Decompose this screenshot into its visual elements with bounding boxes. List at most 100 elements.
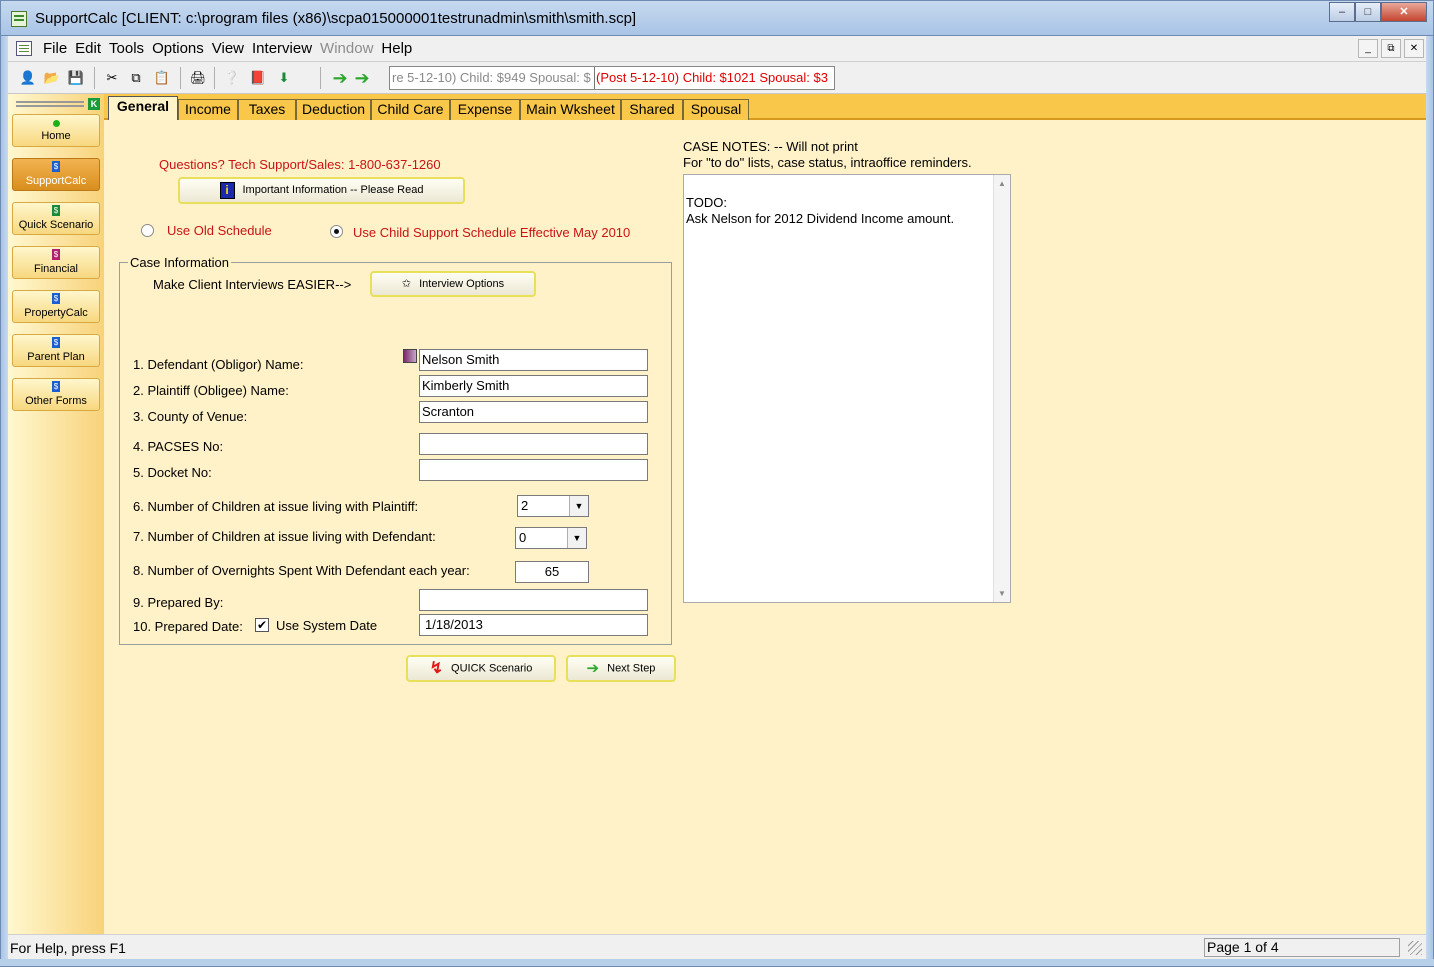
copy-icon[interactable]: ⧉: [126, 68, 146, 88]
sidebar-item-other-forms[interactable]: $ Other Forms: [12, 378, 100, 411]
sidebar-item-label: Quick Scenario: [18, 219, 94, 231]
resize-grip-icon[interactable]: [1408, 941, 1422, 955]
children-defendant-select[interactable]: 0 ▼: [515, 527, 587, 549]
interview-options-button[interactable]: ✩ Interview Options: [370, 271, 536, 297]
tab-general[interactable]: General: [108, 96, 178, 120]
new-schedule-label[interactable]: Use Child Support Schedule Effective May…: [353, 225, 630, 240]
chevron-down-icon[interactable]: ▼: [569, 496, 588, 516]
tab-spousal[interactable]: Spousal: [683, 99, 749, 120]
save-icon[interactable]: 💾: [66, 68, 86, 88]
sidebar-item-label: Financial: [33, 263, 79, 275]
menu-tools[interactable]: Tools: [108, 40, 151, 57]
important-info-button[interactable]: i Important Information -- Please Read: [178, 177, 465, 204]
tab-taxes[interactable]: Taxes: [238, 99, 296, 120]
tab-child-care[interactable]: Child Care: [371, 99, 450, 120]
new-schedule-radio[interactable]: [330, 225, 343, 238]
sidebar-item-parent-plan[interactable]: $ Parent Plan: [12, 334, 100, 367]
mdi-close-button[interactable]: ✕: [1404, 39, 1424, 58]
sidebar-item-supportcalc[interactable]: $ SupportCalc: [12, 158, 100, 191]
parent-plan-icon: $: [52, 337, 60, 348]
children-defendant-label: 7. Number of Children at issue living wi…: [133, 529, 436, 544]
defendant-label: 1. Defendant (Obligor) Name:: [133, 357, 304, 372]
lightning-icon: ↯: [429, 660, 444, 677]
sidebar-item-propertycalc[interactable]: $ PropertyCalc: [12, 290, 100, 323]
prepared-date-field[interactable]: 1/18/2013: [419, 614, 648, 636]
menu-view[interactable]: View: [211, 40, 251, 57]
use-system-date-label[interactable]: Use System Date: [276, 618, 377, 633]
use-system-date-checkbox[interactable]: ✔: [255, 618, 269, 632]
download-icon[interactable]: ⬇: [274, 68, 294, 88]
tab-deduction[interactable]: Deduction: [296, 99, 371, 120]
sidebar-item-label: Other Forms: [25, 395, 87, 407]
tab-shared[interactable]: Shared: [621, 99, 683, 120]
sidebar: K Home $ SupportCalc $ Quick Scenario $ …: [8, 94, 104, 934]
book-icon[interactable]: 📕: [248, 68, 268, 88]
maximize-button[interactable]: □: [1355, 2, 1381, 22]
plaintiff-name-field[interactable]: Kimberly Smith: [419, 375, 648, 397]
scroll-down-icon[interactable]: ▼: [998, 589, 1006, 598]
close-button[interactable]: ✕: [1381, 2, 1427, 22]
sidebar-item-financial[interactable]: $ Financial: [12, 246, 100, 279]
prepared-date-label: 10. Prepared Date:: [133, 619, 243, 634]
back-arrow-icon[interactable]: ➔: [330, 68, 350, 88]
app-icon: [11, 11, 27, 27]
cut-icon[interactable]: ✂: [102, 68, 122, 88]
scroll-up-icon[interactable]: ▲: [998, 179, 1006, 188]
prepared-by-field[interactable]: [419, 589, 648, 611]
menu-window[interactable]: Window: [319, 40, 380, 57]
sidebar-grip[interactable]: [16, 101, 84, 107]
sidebar-collapse-icon[interactable]: K: [88, 98, 100, 110]
sidebar-item-home[interactable]: Home: [12, 114, 100, 147]
notes-scrollbar[interactable]: ▲ ▼: [993, 175, 1010, 602]
case-notes-textarea[interactable]: TODO: Ask Nelson for 2012 Dividend Incom…: [683, 174, 1011, 603]
docket-field[interactable]: [419, 459, 648, 481]
minimize-button[interactable]: –: [1329, 2, 1355, 22]
overnights-field[interactable]: 65: [515, 561, 589, 583]
pacses-field[interactable]: [419, 433, 648, 455]
defendant-name-field[interactable]: Nelson Smith: [419, 349, 648, 371]
menu-interview[interactable]: Interview: [251, 40, 319, 57]
toolbar: 👤 📂 💾 ✂ ⧉ 📋 🖨 ❔ 📕 ⬇ ➔ ➔ re 5-12-10) Chil…: [8, 62, 1426, 94]
menu-file[interactable]: File: [42, 40, 74, 57]
menu-help[interactable]: Help: [380, 40, 419, 57]
mdi-minimize-button[interactable]: _: [1358, 39, 1378, 58]
quick-scenario-label: QUICK Scenario: [451, 662, 533, 675]
tab-income[interactable]: Income: [178, 99, 238, 120]
mdi-restore-button[interactable]: ⧉: [1381, 39, 1401, 58]
important-info-label: Important Information -- Please Read: [242, 184, 424, 196]
case-notes-subtitle: For "to do" lists, case status, intraoff…: [683, 155, 972, 170]
case-notes-title: CASE NOTES: -- Will not print: [683, 139, 858, 154]
address-book-icon[interactable]: [403, 349, 417, 363]
county-field[interactable]: Scranton: [419, 401, 648, 423]
plaintiff-label: 2. Plaintiff (Obligee) Name:: [133, 383, 289, 398]
info-icon: i: [219, 181, 235, 199]
quick-scenario-button[interactable]: ↯ QUICK Scenario: [406, 655, 556, 682]
children-plaintiff-label: 6. Number of Children at issue living wi…: [133, 499, 419, 514]
toolbar-separator: [94, 67, 95, 89]
case-information-legend: Case Information: [128, 255, 231, 270]
supportcalc-icon: $: [52, 161, 60, 172]
chevron-down-icon[interactable]: ▼: [567, 528, 586, 548]
document-icon[interactable]: [16, 41, 32, 56]
tab-expense[interactable]: Expense: [450, 99, 520, 120]
open-folder-icon[interactable]: 📂: [42, 68, 62, 88]
help-icon[interactable]: ❔: [222, 68, 242, 88]
tab-main-wksheet[interactable]: Main Wksheet: [520, 99, 621, 120]
paste-icon[interactable]: 📋: [152, 68, 172, 88]
old-schedule-label[interactable]: Use Old Schedule: [167, 223, 272, 238]
sidebar-item-label: SupportCalc: [25, 175, 87, 187]
window-frame-bottom: [0, 959, 1434, 967]
children-plaintiff-select[interactable]: 2 ▼: [517, 495, 589, 517]
window-title: SupportCalc [CLIENT: c:\program files (x…: [35, 10, 637, 27]
menu-options[interactable]: Options: [151, 40, 211, 57]
overnights-label: 8. Number of Overnights Spent With Defen…: [133, 563, 470, 578]
forward-arrow-icon[interactable]: ➔: [352, 68, 372, 88]
children-plaintiff-value: 2: [521, 498, 529, 513]
next-step-button[interactable]: ➔ Next Step: [566, 655, 676, 682]
print-icon[interactable]: 🖨: [188, 68, 208, 88]
old-schedule-radio[interactable]: [141, 224, 154, 237]
new-client-icon[interactable]: 👤: [18, 68, 38, 88]
sidebar-item-quick-scenario[interactable]: $ Quick Scenario: [12, 202, 100, 235]
home-icon: [52, 120, 60, 127]
menu-edit[interactable]: Edit: [74, 40, 108, 57]
